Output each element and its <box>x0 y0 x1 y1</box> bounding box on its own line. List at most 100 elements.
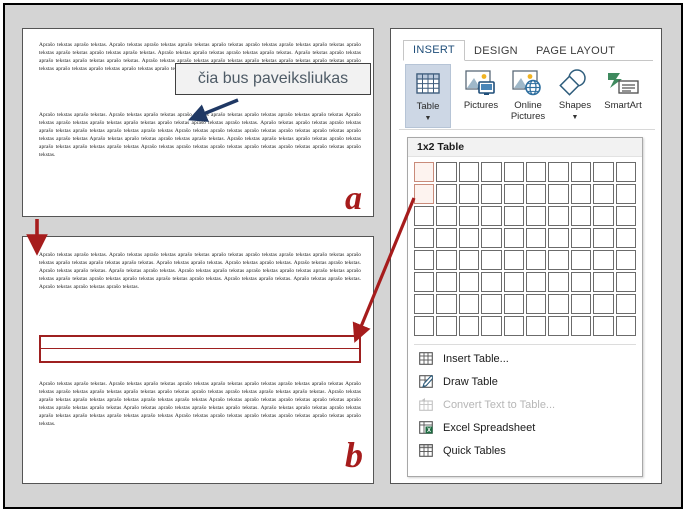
table-size-cell[interactable] <box>458 184 480 204</box>
table-size-cell[interactable] <box>593 250 614 270</box>
table-size-cell[interactable] <box>436 206 457 226</box>
table-size-cell[interactable] <box>503 206 524 226</box>
table-size-cell[interactable] <box>481 184 502 204</box>
document-page-b[interactable]: Aprašo tekstas aprašo tekstas. Aprašo te… <box>22 236 374 484</box>
table-size-cell[interactable] <box>615 184 636 204</box>
table-size-cell[interactable] <box>593 316 614 336</box>
table-size-cell[interactable] <box>503 162 524 182</box>
table-size-cell[interactable] <box>593 162 614 182</box>
tab-insert[interactable]: INSERT <box>403 40 465 61</box>
table-size-cell[interactable] <box>481 228 502 248</box>
chevron-down-icon[interactable]: ▼ <box>572 114 579 121</box>
table-size-cell[interactable] <box>570 250 592 270</box>
table-size-cell[interactable] <box>593 272 614 292</box>
table-size-cell[interactable] <box>570 294 592 314</box>
table-size-cell[interactable] <box>458 272 480 292</box>
table-size-cell[interactable] <box>593 294 614 314</box>
table-size-cell[interactable] <box>436 162 457 182</box>
table-size-cell[interactable] <box>481 206 502 226</box>
document-page-a[interactable]: Aprašo tekstas aprašo tekstas. Aprašo te… <box>22 28 374 217</box>
table-size-cell[interactable] <box>548 294 569 314</box>
table-size-cell[interactable] <box>525 206 547 226</box>
table-row[interactable] <box>41 337 359 349</box>
table-size-cell[interactable] <box>436 294 457 314</box>
table-size-cell[interactable] <box>503 272 524 292</box>
table-size-cell[interactable] <box>570 206 592 226</box>
table-size-cell[interactable] <box>570 162 592 182</box>
table-size-cell[interactable] <box>615 162 636 182</box>
table-size-cell[interactable] <box>570 316 592 336</box>
table-size-cell[interactable] <box>436 184 457 204</box>
table-size-cell[interactable] <box>436 316 457 336</box>
table-size-cell[interactable] <box>481 162 502 182</box>
ribbon-button-smartart[interactable]: SmartArt <box>597 66 649 111</box>
menu-item-quick-tables[interactable]: Quick Tables <box>408 439 642 462</box>
table-size-cell[interactable] <box>503 184 524 204</box>
table-size-cell[interactable] <box>593 228 614 248</box>
table-size-cell[interactable] <box>414 162 435 182</box>
table-size-cell[interactable] <box>525 184 547 204</box>
table-size-cell[interactable] <box>436 228 457 248</box>
table-size-cell[interactable] <box>525 228 547 248</box>
ribbon-button-table[interactable]: Table ▼ <box>405 64 451 128</box>
table-size-cell[interactable] <box>503 316 524 336</box>
table-size-cell[interactable] <box>615 272 636 292</box>
table-size-cell[interactable] <box>458 162 480 182</box>
table-size-cell[interactable] <box>525 272 547 292</box>
table-size-grid[interactable] <box>414 162 636 336</box>
table-size-cell[interactable] <box>458 316 480 336</box>
table-size-cell[interactable] <box>503 294 524 314</box>
table-size-cell[interactable] <box>570 272 592 292</box>
ribbon-button-online-pictures[interactable]: Online Pictures <box>504 66 552 122</box>
table-size-cell[interactable] <box>548 272 569 292</box>
table-size-cell[interactable] <box>481 272 502 292</box>
table-size-cell[interactable] <box>593 206 614 226</box>
tab-design[interactable]: DESIGN <box>465 42 527 61</box>
table-size-cell[interactable] <box>414 250 435 270</box>
table-size-cell[interactable] <box>570 228 592 248</box>
chevron-down-icon[interactable]: ▼ <box>425 115 432 122</box>
ribbon-button-shapes[interactable]: Shapes ▼ <box>551 66 599 122</box>
table-size-cell[interactable] <box>481 294 502 314</box>
table-size-cell[interactable] <box>458 228 480 248</box>
table-size-cell[interactable] <box>548 250 569 270</box>
inserted-table[interactable] <box>39 335 361 363</box>
table-size-cell[interactable] <box>548 162 569 182</box>
table-size-cell[interactable] <box>548 206 569 226</box>
table-size-cell[interactable] <box>548 316 569 336</box>
table-size-cell[interactable] <box>481 250 502 270</box>
table-size-cell[interactable] <box>414 206 435 226</box>
table-size-cell[interactable] <box>615 294 636 314</box>
menu-item-draw-table[interactable]: Draw Table <box>408 370 642 393</box>
table-size-cell[interactable] <box>548 184 569 204</box>
table-row[interactable] <box>41 349 359 361</box>
tab-page-layout[interactable]: PAGE LAYOUT <box>527 42 624 61</box>
table-size-cell[interactable] <box>414 316 435 336</box>
table-size-cell[interactable] <box>615 228 636 248</box>
table-size-cell[interactable] <box>615 206 636 226</box>
table-size-cell[interactable] <box>414 228 435 248</box>
table-size-cell[interactable] <box>525 316 547 336</box>
table-size-cell[interactable] <box>458 294 480 314</box>
table-size-cell[interactable] <box>570 184 592 204</box>
table-size-cell[interactable] <box>481 316 502 336</box>
table-size-cell[interactable] <box>525 250 547 270</box>
table-size-cell[interactable] <box>615 316 636 336</box>
table-size-cell[interactable] <box>525 294 547 314</box>
table-size-cell[interactable] <box>503 250 524 270</box>
table-size-cell[interactable] <box>525 162 547 182</box>
menu-item-excel-spreadsheet[interactable]: X Excel Spreadsheet <box>408 416 642 439</box>
ribbon-button-pictures[interactable]: Pictures <box>457 66 505 111</box>
table-size-cell[interactable] <box>615 250 636 270</box>
table-size-cell[interactable] <box>458 206 480 226</box>
table-size-cell[interactable] <box>436 250 457 270</box>
table-size-cell[interactable] <box>503 228 524 248</box>
menu-item-insert-table[interactable]: Insert Table... <box>408 347 642 370</box>
table-size-cell[interactable] <box>414 294 435 314</box>
table-size-cell[interactable] <box>414 184 435 204</box>
table-size-cell[interactable] <box>548 228 569 248</box>
table-size-cell[interactable] <box>436 272 457 292</box>
table-size-cell[interactable] <box>414 272 435 292</box>
table-size-cell[interactable] <box>593 184 614 204</box>
table-size-cell[interactable] <box>458 250 480 270</box>
